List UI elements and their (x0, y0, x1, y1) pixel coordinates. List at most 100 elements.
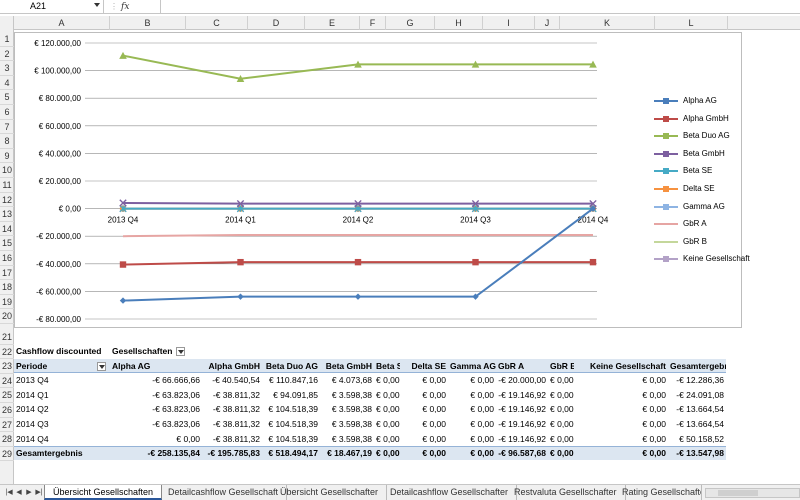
pivot-cell[interactable]: € 0,00 (548, 388, 574, 402)
pivot-cell[interactable]: -€ 20.000,00 (496, 373, 548, 387)
pivot-column-header[interactable]: Beta GmbH (320, 359, 374, 373)
pivot-cell[interactable]: -€ 63.823,06 (110, 388, 202, 402)
column-header-i[interactable]: I (483, 16, 535, 30)
pivot-cell[interactable]: € 0,00 (374, 432, 400, 446)
pivot-cell[interactable]: € 0,00 (548, 373, 574, 387)
pivot-cell[interactable]: -€ 13.664,54 (668, 402, 726, 416)
next-sheet-button[interactable]: ▶ (24, 488, 34, 498)
formula-input[interactable] (160, 0, 800, 14)
row-header-26[interactable]: 26 (0, 403, 14, 418)
sheet-tab-2[interactable]: Detailcashflow Gesellschaft (160, 485, 288, 500)
pivot-cell[interactable]: € 0,00 (400, 417, 448, 431)
pivot-cell[interactable]: € 0,00 (548, 417, 574, 431)
row-header-15[interactable]: 15 (0, 236, 14, 251)
pivot-column-header[interactable]: Gamma AG (448, 359, 496, 373)
sheet-tab-3[interactable]: Übersicht Gesellschafter (272, 485, 388, 500)
pivot-row-label[interactable]: 2014 Q4 (14, 432, 110, 446)
pivot-cell[interactable]: € 0,00 (400, 402, 448, 416)
row-header-29[interactable]: 29 (0, 447, 14, 462)
series-alpha-ag-point[interactable] (354, 293, 362, 300)
pivot-cell[interactable]: -€ 38.811,32 (202, 402, 262, 416)
row-header-21[interactable]: 21 (0, 330, 14, 345)
row-header-2[interactable]: 2 (0, 47, 14, 62)
horizontal-scrollbar[interactable] (705, 488, 800, 498)
pivot-column-header[interactable]: Delta SE (400, 359, 448, 373)
column-filter-dropdown-icon[interactable] (176, 347, 185, 356)
pivot-cell[interactable]: € 0,00 (374, 417, 400, 431)
scrollbar-thumb[interactable] (718, 490, 758, 496)
column-header-j[interactable]: J (535, 16, 560, 30)
pivot-cell[interactable]: € 0,00 (548, 432, 574, 446)
row-header-22[interactable]: 22 (0, 345, 14, 360)
column-header-a[interactable]: A (14, 16, 110, 30)
pivot-cell[interactable]: € 0,00 (400, 388, 448, 402)
row-header-7[interactable]: 7 (0, 120, 14, 135)
pivot-cell[interactable]: € 104.518,39 (262, 402, 320, 416)
pivot-column-header[interactable]: Keine Gesellschaft (574, 359, 668, 373)
row-header-8[interactable]: 8 (0, 134, 14, 149)
pivot-total-cell[interactable]: € 18.467,19 (320, 446, 374, 460)
pivot-cell[interactable]: € 3.598,38 (320, 402, 374, 416)
column-header-e[interactable]: E (305, 16, 360, 30)
pivot-cell[interactable]: € 94.091,85 (262, 388, 320, 402)
series-alpha-gmbh-point[interactable] (119, 261, 127, 268)
row-header-3[interactable]: 3 (0, 61, 14, 76)
pivot-cell[interactable]: € 0,00 (448, 373, 496, 387)
pivot-total-cell[interactable]: € 0,00 (574, 446, 668, 460)
pivot-cell[interactable]: -€ 12.286,36 (668, 373, 726, 387)
pivot-cell[interactable]: € 4.073,68 (320, 373, 374, 387)
pivot-cell[interactable]: € 0,00 (374, 388, 400, 402)
prev-sheet-button[interactable]: ◀ (14, 488, 24, 498)
pivot-cell[interactable]: -€ 66.666,66 (110, 373, 202, 387)
row-header-12[interactable]: 12 (0, 193, 14, 208)
pivot-column-header[interactable]: Alpha AG (110, 359, 202, 373)
pivot-cell[interactable]: -€ 38.811,32 (202, 388, 262, 402)
column-header-c[interactable]: C (186, 16, 248, 30)
pivot-column-header[interactable]: GbR B (548, 359, 574, 373)
pivot-cell[interactable]: € 104.518,39 (262, 432, 320, 446)
pivot-cell[interactable]: € 0,00 (574, 402, 668, 416)
sheet-tab-6[interactable]: Rating Gesellschafte (616, 485, 702, 500)
pivot-cell[interactable]: € 0,00 (548, 402, 574, 416)
pivot-cell[interactable]: € 0,00 (448, 388, 496, 402)
pivot-total-cell[interactable]: € 0,00 (400, 446, 448, 460)
pivot-total-cell[interactable]: € 518.494,17 (262, 446, 320, 460)
column-header-f[interactable]: F (360, 16, 386, 30)
row-header-17[interactable]: 17 (0, 266, 14, 281)
pivot-cell[interactable]: -€ 40.540,54 (202, 373, 262, 387)
sheet-tab-1[interactable]: Übersicht Gesellschaften (44, 485, 163, 500)
pivot-cell[interactable]: -€ 38.811,32 (202, 417, 262, 431)
series-alpha-ag-point[interactable] (237, 293, 244, 300)
pivot-column-field[interactable]: Gesellschaften (110, 344, 180, 358)
pivot-cell[interactable]: € 0,00 (448, 402, 496, 416)
column-header-h[interactable]: H (435, 16, 483, 30)
pivot-cell[interactable]: € 0,00 (448, 432, 496, 446)
pivot-cell[interactable]: € 0,00 (574, 417, 668, 431)
pivot-total-cell[interactable]: -€ 195.785,83 (202, 446, 262, 460)
pivot-cell[interactable]: € 0,00 (374, 402, 400, 416)
pivot-cell[interactable]: € 0,00 (574, 432, 668, 446)
pivot-cell[interactable]: -€ 19.146,92 (496, 417, 548, 431)
name-box[interactable]: A21 (0, 0, 104, 14)
column-header-g[interactable]: G (386, 16, 435, 30)
function-icon[interactable]: fx (121, 0, 135, 14)
series-alpha-gmbh-point[interactable] (354, 258, 362, 266)
row-header-13[interactable]: 13 (0, 207, 14, 222)
pivot-cell[interactable]: -€ 13.664,54 (668, 417, 726, 431)
row-header-25[interactable]: 25 (0, 388, 14, 403)
pivot-total-cell[interactable]: € 0,00 (548, 446, 574, 460)
pivot-cell[interactable]: € 3.598,38 (320, 432, 374, 446)
pivot-column-header[interactable]: Gesamtergebnis (668, 359, 726, 373)
row-header-23[interactable]: 23 (0, 359, 14, 374)
row-header-27[interactable]: 27 (0, 418, 14, 433)
pivot-cell[interactable]: € 50.158,52 (668, 432, 726, 446)
row-header-19[interactable]: 19 (0, 295, 14, 310)
row-header-4[interactable]: 4 (0, 76, 14, 91)
row-header-28[interactable]: 28 (0, 432, 14, 447)
row-header-6[interactable]: 6 (0, 105, 14, 120)
row-header-20[interactable]: 20 (0, 309, 14, 324)
pivot-cell[interactable]: € 3.598,38 (320, 388, 374, 402)
series-alpha-gmbh-point[interactable] (472, 258, 479, 266)
pivot-row-label[interactable]: 2014 Q3 (14, 417, 110, 431)
pivot-column-header[interactable]: Beta Duo AG (262, 359, 320, 373)
